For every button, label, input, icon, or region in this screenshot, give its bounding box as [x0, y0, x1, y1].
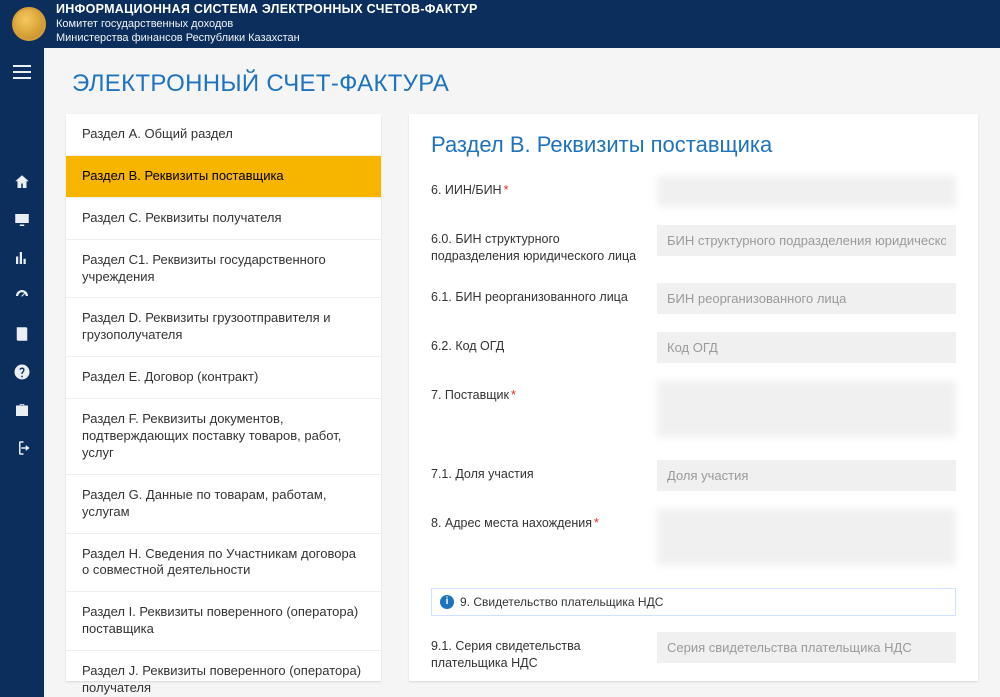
field-row-6-2: 6.2. Код ОГД	[431, 332, 956, 363]
header-titles: ИНФОРМАЦИОННАЯ СИСТЕМА ЭЛЕКТРОННЫХ СЧЕТО…	[56, 2, 478, 45]
header-title-3: Министерства финансов Республики Казахст…	[56, 32, 478, 46]
field-label: 7. Поставщик*	[431, 381, 641, 404]
monitor-icon[interactable]	[12, 210, 32, 230]
book-icon[interactable]	[12, 324, 32, 344]
bin-reorg-input[interactable]	[657, 283, 956, 314]
nav-item[interactable]: Раздел E. Договор (контракт)	[66, 357, 381, 399]
info-icon: i	[440, 595, 454, 609]
field-label: 7.1. Доля участия	[431, 460, 641, 483]
nav-item[interactable]: Раздел B. Реквизиты поставщика	[66, 156, 381, 198]
field-label: 6.1. БИН реорганизованного лица	[431, 283, 641, 306]
nav-item[interactable]: Раздел C. Реквизиты получателя	[66, 198, 381, 240]
field-row-7-1: 7.1. Доля участия	[431, 460, 956, 491]
nav-item[interactable]: Раздел J. Реквизиты поверенного (операто…	[66, 651, 381, 697]
section-title: Раздел B. Реквизиты поставщика	[431, 132, 956, 158]
logout-icon[interactable]	[12, 438, 32, 458]
info-vat-certificate: i 9. Свидетельство плательщика НДС	[431, 588, 956, 616]
menu-icon[interactable]	[12, 62, 32, 82]
address-input[interactable]	[657, 509, 956, 565]
field-row-6-0: 6.0. БИН структурного подразделения юрид…	[431, 225, 956, 265]
header-title-1: ИНФОРМАЦИОННАЯ СИСТЕМА ЭЛЕКТРОННЫХ СЧЕТО…	[56, 2, 478, 18]
bin-struct-input[interactable]	[657, 225, 956, 256]
nav-item[interactable]: Раздел D. Реквизиты грузоотправителя и г…	[66, 298, 381, 357]
field-label: 6. ИИН/БИН*	[431, 176, 641, 199]
field-row-7: 7. Поставщик*	[431, 381, 956, 442]
form-panel: Раздел B. Реквизиты поставщика 6. ИИН/БИ…	[409, 114, 978, 681]
chart-icon[interactable]	[12, 248, 32, 268]
nav-item[interactable]: Раздел A. Общий раздел	[66, 114, 381, 156]
app-header: ИНФОРМАЦИОННАЯ СИСТЕМА ЭЛЕКТРОННЫХ СЧЕТО…	[0, 0, 1000, 48]
field-row-6: 6. ИИН/БИН*	[431, 176, 956, 207]
nav-item[interactable]: Раздел H. Сведения по Участникам договор…	[66, 534, 381, 593]
info-text: 9. Свидетельство плательщика НДС	[460, 595, 663, 609]
iin-bin-input[interactable]	[657, 176, 956, 207]
field-row-8: 8. Адрес места нахождения*	[431, 509, 956, 570]
ogd-code-input[interactable]	[657, 332, 956, 363]
field-label: 8. Адрес места нахождения*	[431, 509, 641, 532]
briefcase-icon[interactable]	[12, 400, 32, 420]
field-label: 9.1. Серия свидетельства плательщика НДС	[431, 632, 641, 672]
page-title: ЭЛЕКТРОННЫЙ СЧЕТ-ФАКТУРА	[72, 70, 978, 98]
dashboard-icon[interactable]	[12, 286, 32, 306]
supplier-input[interactable]	[657, 381, 956, 437]
field-row-9-1: 9.1. Серия свидетельства плательщика НДС	[431, 632, 956, 672]
section-nav: Раздел A. Общий разделРаздел B. Реквизит…	[66, 114, 381, 681]
nav-item[interactable]: Раздел F. Реквизиты документов, подтверж…	[66, 399, 381, 475]
left-rail	[0, 48, 44, 697]
field-row-6-1: 6.1. БИН реорганизованного лица	[431, 283, 956, 314]
share-input[interactable]	[657, 460, 956, 491]
nav-item[interactable]: Раздел I. Реквизиты поверенного (операто…	[66, 592, 381, 651]
content-area: ЭЛЕКТРОННЫЙ СЧЕТ-ФАКТУРА Раздел A. Общий…	[44, 48, 1000, 697]
header-title-2: Комитет государственных доходов	[56, 18, 478, 32]
help-icon[interactable]	[12, 362, 32, 382]
home-icon[interactable]	[12, 172, 32, 192]
nav-item[interactable]: Раздел G. Данные по товарам, работам, ус…	[66, 475, 381, 534]
field-label: 6.2. Код ОГД	[431, 332, 641, 355]
field-label: 6.0. БИН структурного подразделения юрид…	[431, 225, 641, 265]
nav-item[interactable]: Раздел C1. Реквизиты государственного уч…	[66, 240, 381, 299]
vat-series-input[interactable]	[657, 632, 956, 663]
app-logo	[12, 7, 46, 41]
